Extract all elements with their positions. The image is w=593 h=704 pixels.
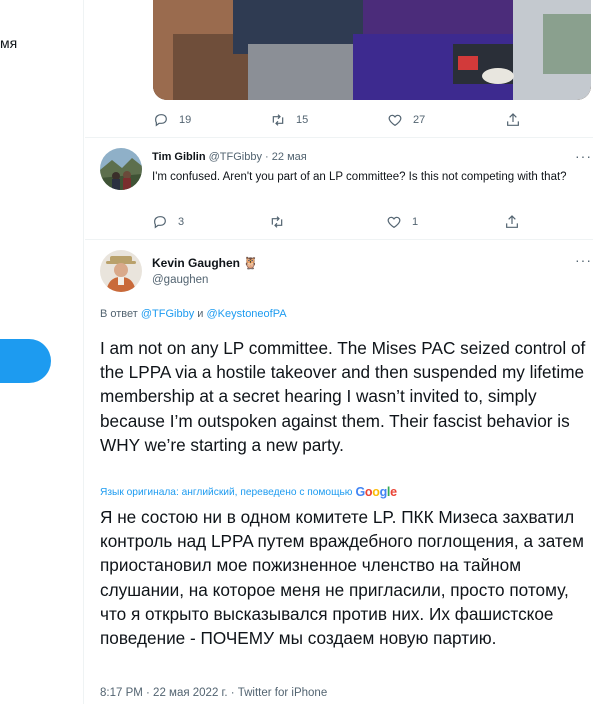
replying-to-prefix: В ответ [100, 308, 138, 320]
translated-tweet-text: Я не состою ни в одном комитете LP. ПКК … [100, 507, 584, 649]
reply-icon [155, 114, 167, 127]
reply-count: 3 [178, 216, 185, 228]
tweet-author-line: Tim Giblin @TFGibby · 22 мая [152, 151, 307, 163]
divider [85, 239, 593, 240]
reply-user-link[interactable]: @KeystoneofPA [207, 308, 287, 320]
reply-user-link[interactable]: @TFGibby [141, 308, 194, 320]
google-logo: Google [355, 485, 397, 499]
user-handle[interactable]: @TFGibby [209, 151, 262, 163]
owl-emoji-icon: 🦉 [243, 256, 259, 270]
like-button[interactable]: 27 [387, 112, 425, 128]
display-name[interactable]: Tim Giblin [152, 151, 206, 163]
reply-icon [154, 216, 166, 229]
avatar[interactable] [100, 148, 142, 190]
share-icon [507, 113, 519, 126]
avatar[interactable] [100, 250, 142, 292]
like-button[interactable]: 1 [386, 214, 418, 230]
retweet-icon [272, 114, 284, 126]
divider [85, 137, 593, 138]
like-count: 27 [413, 114, 426, 126]
heart-icon [388, 114, 402, 127]
tweet-date[interactable]: 22 мая [272, 151, 307, 163]
replying-to: В ответ @TFGibby и @KeystoneofPA [100, 308, 287, 320]
photo-illustration [153, 0, 591, 100]
left-sidebar: мя [0, 0, 84, 704]
avatar-image [100, 148, 142, 190]
display-name[interactable]: Kevin Gaughen [152, 256, 240, 270]
retweet-button[interactable] [269, 214, 295, 230]
tweet-text: I'm confused. Aren't you part of an LP c… [152, 171, 567, 183]
heart-icon [387, 216, 401, 229]
reply-button[interactable]: 19 [153, 112, 191, 128]
top-tweet-actions: 19 15 27 [153, 112, 583, 130]
avatar-image [100, 250, 142, 292]
reply-count: 19 [179, 114, 192, 126]
translation-notice-text: Язык оригинала: английский, переведено с… [100, 486, 353, 498]
tweet-photo[interactable] [153, 0, 591, 100]
separator: · [265, 151, 269, 163]
sidebar-item-label[interactable]: мя [0, 35, 17, 51]
tweet-author-handle: @gaughen [152, 274, 208, 286]
tweet-author-name: Kevin Gaughen 🦉 [152, 256, 258, 270]
share-button[interactable] [505, 112, 521, 128]
tweet-button[interactable] [0, 339, 51, 383]
translation-notice[interactable]: Язык оригинала: английский, переведено с… [100, 485, 397, 499]
reply-button[interactable]: 3 [152, 214, 184, 230]
user-handle[interactable]: @gaughen [152, 274, 208, 286]
tweet-timestamp[interactable]: 8:17 PM · 22 мая 2022 г. · Twitter for i… [100, 687, 327, 699]
retweet-button[interactable]: 15 [270, 112, 308, 128]
share-button[interactable] [504, 214, 520, 230]
replying-to-and: и [197, 308, 204, 320]
reply-tweet-actions: 3 1 [152, 214, 582, 232]
share-icon [506, 215, 518, 228]
more-options-icon[interactable]: ··· [575, 148, 592, 164]
retweet-icon [271, 216, 283, 228]
tweet-text: I am not on any LP committee. The Mises … [100, 338, 586, 455]
retweet-count: 15 [296, 114, 309, 126]
like-count: 1 [412, 216, 419, 228]
more-options-icon[interactable]: ··· [575, 252, 592, 268]
conversation-column: 19 15 27 Tim Giblin @TFGibby · 22 мая ··… [85, 0, 593, 704]
